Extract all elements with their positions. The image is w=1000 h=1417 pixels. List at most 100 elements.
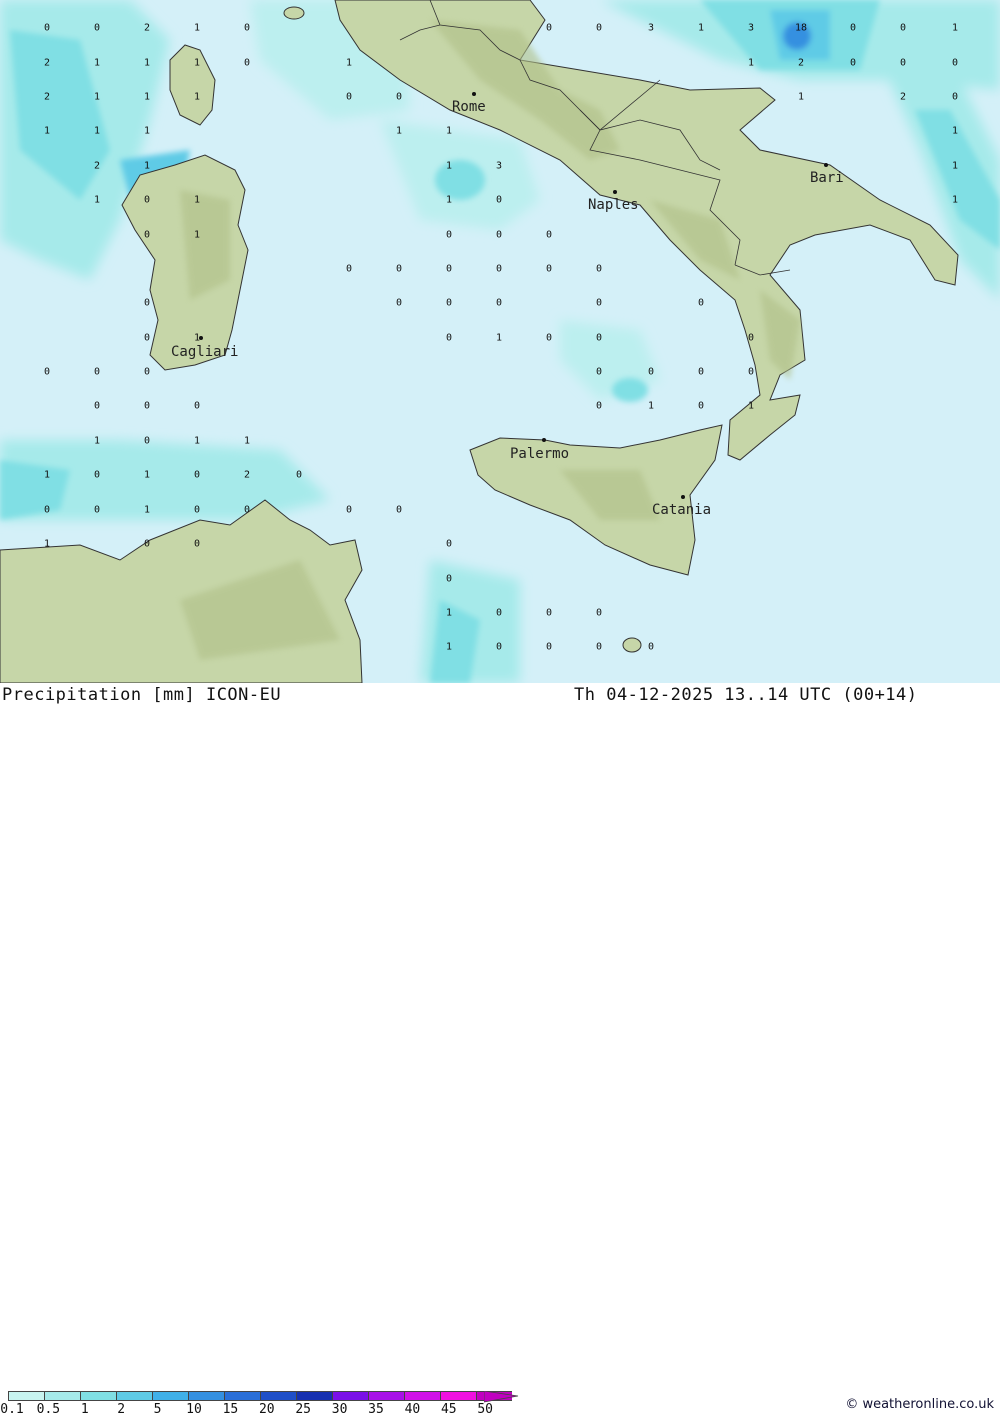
- legend-tick-label: 2: [117, 1402, 126, 1417]
- city-label: Bari: [810, 170, 844, 186]
- grid-value-label: 0: [93, 400, 101, 412]
- grid-value-label: 0: [747, 332, 755, 344]
- grid-value-label: 1: [193, 194, 201, 206]
- grid-value-label: 0: [899, 22, 907, 34]
- legend-tick-label: 20: [258, 1402, 275, 1417]
- grid-value-label: 0: [93, 22, 101, 34]
- grid-value-label: 1: [143, 469, 151, 481]
- grid-value-label: 1: [647, 400, 655, 412]
- grid-value-label: 0: [143, 435, 151, 447]
- grid-value-label: 0: [193, 538, 201, 550]
- grid-value-label: 1: [951, 160, 959, 172]
- city-marker: [824, 163, 828, 167]
- legend-tick-label: 0.1: [0, 1402, 24, 1417]
- grid-value-label: 2: [797, 57, 805, 69]
- grid-value-label: 0: [445, 297, 453, 309]
- grid-value-label: 1: [445, 125, 453, 137]
- city-label: Catania: [652, 502, 712, 518]
- grid-value-label: 0: [595, 332, 603, 344]
- grid-value-label: 0: [495, 194, 503, 206]
- grid-value-label: 0: [849, 22, 857, 34]
- grid-value-label: 3: [747, 22, 755, 34]
- grid-value-label: 1: [445, 160, 453, 172]
- grid-value-label: 1: [143, 57, 151, 69]
- grid-value-label: 0: [595, 22, 603, 34]
- grid-value-label: 0: [545, 22, 553, 34]
- city-marker: [542, 438, 546, 442]
- grid-value-label: 0: [747, 366, 755, 378]
- grid-value-label: 1: [445, 607, 453, 619]
- grid-value-label: 1: [797, 91, 805, 103]
- grid-value-label: 2: [43, 57, 51, 69]
- grid-value-label: 1: [143, 160, 151, 172]
- grid-value-label: 1: [193, 435, 201, 447]
- grid-value-label: 1: [747, 400, 755, 412]
- grid-value-label: 2: [93, 160, 101, 172]
- grid-value-label: 1: [43, 125, 51, 137]
- legend-tick-label: 50: [477, 1402, 494, 1417]
- grid-value-label: 0: [445, 263, 453, 275]
- grid-value-label: 3: [495, 160, 503, 172]
- legend-tick-label: 15: [222, 1402, 239, 1417]
- legend-swatch: [332, 1391, 368, 1401]
- grid-value-label: 1: [93, 91, 101, 103]
- grid-value-label: 0: [595, 641, 603, 653]
- grid-value-label: 0: [545, 332, 553, 344]
- grid-value-label: 1: [43, 538, 51, 550]
- legend-swatch: [44, 1391, 80, 1401]
- grid-value-label: 2: [243, 469, 251, 481]
- grid-value-label: 1: [697, 22, 705, 34]
- legend-swatch: [8, 1391, 44, 1401]
- legend-swatch: [152, 1391, 188, 1401]
- grid-value-label: 0: [697, 297, 705, 309]
- grid-value-label: 0: [495, 263, 503, 275]
- grid-value-label: 0: [495, 641, 503, 653]
- grid-value-label: 0: [143, 332, 151, 344]
- grid-value-label: 0: [495, 229, 503, 241]
- grid-value-label: 0: [647, 366, 655, 378]
- grid-value-label: 0: [951, 91, 959, 103]
- grid-value-label: 0: [595, 607, 603, 619]
- grid-value-label: 0: [143, 538, 151, 550]
- grid-value-label: 1: [193, 57, 201, 69]
- grid-value-label: 0: [93, 504, 101, 516]
- legend-swatch: [296, 1391, 332, 1401]
- grid-value-label: 0: [143, 400, 151, 412]
- legend-colorbar: [8, 1391, 512, 1402]
- grid-value-label: 3: [647, 22, 655, 34]
- grid-value-label: 0: [545, 263, 553, 275]
- city-marker: [681, 495, 685, 499]
- grid-value-label: 0: [445, 229, 453, 241]
- precipitation-map: 0 0 2 1 0 0 0 3 1 3 18 0 0 1 2 1 1 1 0 1 1 2 0 0 0 2 1 1 1 0 0 1 2 0 1 1 1 1 1…: [0, 0, 1000, 683]
- grid-value-label: 1: [43, 469, 51, 481]
- grid-value-label: 0: [495, 297, 503, 309]
- grid-value-label: 1: [243, 435, 251, 447]
- grid-value-label: 1: [193, 22, 201, 34]
- grid-value-label: 1: [495, 332, 503, 344]
- legend-tick-label: 10: [186, 1402, 202, 1417]
- grid-value-label: 0: [143, 194, 151, 206]
- legend-swatch: [404, 1391, 440, 1401]
- grid-value-label: 0: [595, 400, 603, 412]
- grid-value-label: 18: [794, 22, 808, 34]
- grid-value-label: 0: [545, 229, 553, 241]
- legend-tick-label: 1: [80, 1402, 89, 1417]
- legend-swatch: [224, 1391, 260, 1401]
- grid-value-label: 1: [445, 194, 453, 206]
- grid-value-label: 0: [193, 400, 201, 412]
- grid-value-label: 2: [899, 91, 907, 103]
- grid-value-label: 1: [951, 125, 959, 137]
- grid-value-label: 0: [545, 641, 553, 653]
- legend-swatch: [368, 1391, 404, 1401]
- grid-value-label: 0: [43, 504, 51, 516]
- grid-value-label: 0: [445, 573, 453, 585]
- grid-value-label: 1: [93, 435, 101, 447]
- grid-value-label: 0: [445, 332, 453, 344]
- grid-value-label: 0: [395, 504, 403, 516]
- legend-tick-label: 40: [404, 1402, 421, 1417]
- grid-value-label: 0: [243, 57, 251, 69]
- credit-link[interactable]: © weatheronline.co.uk: [845, 1397, 994, 1412]
- grid-value-label: 0: [345, 91, 353, 103]
- city-label: Cagliari: [171, 344, 239, 360]
- grid-value-label: 0: [143, 229, 151, 241]
